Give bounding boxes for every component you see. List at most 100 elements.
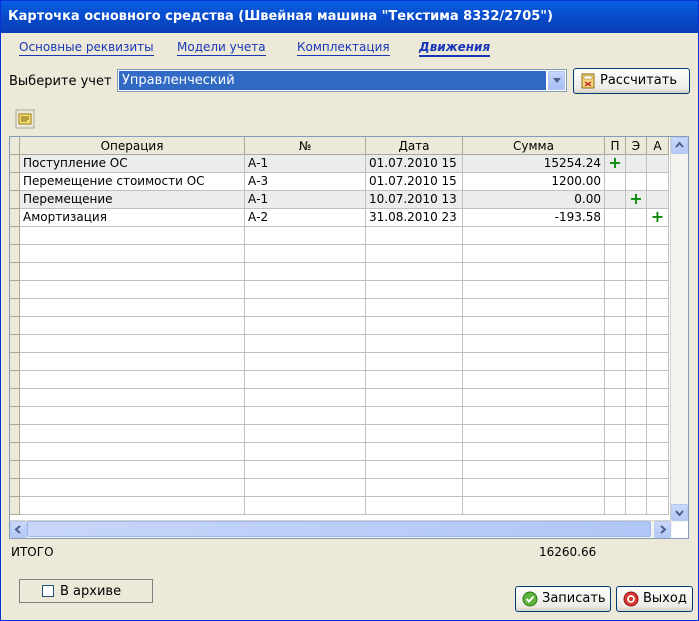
table-cell-e[interactable] [626,479,647,497]
tab-main-details[interactable]: Основные реквизиты [19,39,154,56]
row-header[interactable] [10,425,20,443]
table-cell-date[interactable]: 01.07.2010 15 [366,173,463,191]
row-header[interactable] [10,173,20,191]
table-cell-a[interactable] [647,497,669,515]
table-cell-e[interactable] [626,443,647,461]
table-row[interactable]: Перемещение стоимости ОС А-3 01.07.2010 15… [10,173,670,191]
table-row[interactable] [10,425,670,443]
table-cell-e[interactable] [626,497,647,515]
table-row[interactable] [10,353,670,371]
horizontal-scroll-thumb[interactable] [27,521,651,537]
table-cell-number[interactable] [245,353,366,371]
table-cell-operation[interactable] [20,317,245,335]
table-cell-a[interactable] [647,263,669,281]
table-cell-p[interactable] [605,263,626,281]
table-cell-a[interactable] [647,281,669,299]
table-cell-a[interactable] [647,389,669,407]
table-cell-operation[interactable] [20,227,245,245]
table-cell-e[interactable] [626,245,647,263]
table-cell-operation[interactable] [20,497,245,515]
table-cell-a[interactable] [647,443,669,461]
table-cell-operation[interactable] [20,407,245,425]
table-cell-e[interactable] [626,173,647,191]
table-cell-sum[interactable] [463,227,605,245]
table-cell-operation[interactable] [20,245,245,263]
table-cell-number[interactable]: А-3 [245,173,366,191]
table-cell-e[interactable] [626,335,647,353]
table-cell-sum[interactable] [463,461,605,479]
table-cell-date[interactable]: 31.08.2010 23 [366,209,463,227]
table-cell-operation[interactable] [20,425,245,443]
table-row[interactable] [10,443,670,461]
table-cell-date[interactable] [366,227,463,245]
table-cell-p[interactable] [605,479,626,497]
table-cell-date[interactable] [366,353,463,371]
table-cell-p[interactable] [605,371,626,389]
table-cell-a[interactable] [647,317,669,335]
table-cell-e[interactable] [626,263,647,281]
table-cell-a[interactable] [647,155,669,173]
scroll-down-button[interactable] [671,504,688,521]
tab-movements[interactable]: Движения [419,39,491,57]
table-cell-sum[interactable]: 1200.00 [463,173,605,191]
table-row[interactable] [10,263,670,281]
vertical-scrollbar[interactable] [670,137,688,522]
table-cell-p[interactable] [605,191,626,209]
table-cell-a[interactable] [647,299,669,317]
table-cell-number[interactable] [245,299,366,317]
tab-components[interactable]: Комплектация [297,39,390,56]
table-cell-a[interactable] [647,425,669,443]
table-row[interactable] [10,497,670,515]
row-header[interactable] [10,461,20,479]
table-cell-number[interactable] [245,443,366,461]
table-cell-operation[interactable] [20,281,245,299]
table-row[interactable]: Перемещение А-1 10.07.2010 13 0.00 + [10,191,670,209]
table-cell-p[interactable] [605,299,626,317]
table-row[interactable] [10,299,670,317]
column-header-sum[interactable]: Сумма [463,137,605,155]
table-cell-p[interactable] [605,281,626,299]
table-cell-number[interactable] [245,425,366,443]
table-cell-sum[interactable] [463,479,605,497]
table-cell-e[interactable] [626,227,647,245]
table-cell-operation[interactable] [20,335,245,353]
table-cell-sum[interactable]: 15254.24 [463,155,605,173]
column-header-date[interactable]: Дата [366,137,463,155]
horizontal-scrollbar[interactable] [10,520,672,538]
table-cell-number[interactable] [245,245,366,263]
row-header[interactable] [10,443,20,461]
row-header[interactable] [10,245,20,263]
column-header-number[interactable]: № [245,137,366,155]
table-cell-date[interactable] [366,443,463,461]
table-cell-p[interactable] [605,173,626,191]
table-cell-date[interactable] [366,425,463,443]
row-header[interactable] [10,281,20,299]
table-cell-date[interactable] [366,335,463,353]
table-cell-number[interactable] [245,389,366,407]
table-cell-number[interactable]: А-2 [245,209,366,227]
table-cell-e[interactable] [626,155,647,173]
table-cell-sum[interactable] [463,497,605,515]
table-cell-p[interactable] [605,425,626,443]
table-cell-operation[interactable] [20,299,245,317]
table-cell-a[interactable] [647,335,669,353]
row-header[interactable] [10,497,20,515]
table-cell-a[interactable] [647,407,669,425]
scroll-up-button[interactable] [671,137,688,154]
row-header[interactable] [10,317,20,335]
row-header[interactable] [10,371,20,389]
column-header-e[interactable]: Э [626,137,647,155]
table-cell-operation[interactable] [20,371,245,389]
scroll-right-button[interactable] [654,521,671,538]
table-cell-e[interactable] [626,407,647,425]
row-header[interactable] [10,407,20,425]
table-cell-sum[interactable] [463,245,605,263]
table-cell-a[interactable] [647,245,669,263]
table-row[interactable]: Поступление ОС А-1 01.07.2010 15 15254.24 + [10,155,670,173]
row-header[interactable] [10,335,20,353]
table-cell-p[interactable] [605,209,626,227]
tab-accounting-models[interactable]: Модели учета [177,39,266,56]
table-cell-a[interactable] [647,479,669,497]
table-cell-a[interactable] [647,227,669,245]
table-cell-e[interactable] [626,389,647,407]
